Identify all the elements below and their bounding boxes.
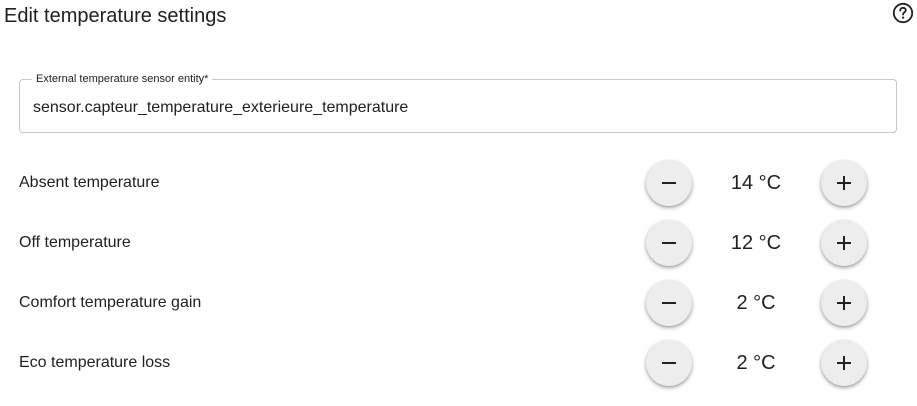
setting-label: Comfort temperature gain [19, 294, 202, 311]
increase-absent-temperature-button[interactable] [821, 160, 867, 206]
minus-icon [662, 362, 676, 364]
sensor-entity-label: External temperature sensor entity* [32, 72, 213, 86]
increase-comfort-temperature-gain-button[interactable] [821, 280, 867, 326]
setting-row-off-temperature: Off temperature 12 °C [0, 213, 917, 273]
minus-icon [662, 302, 676, 304]
setting-value: 2 °C [736, 292, 776, 314]
setting-label: Absent temperature [19, 174, 160, 191]
sensor-entity-field[interactable]: External temperature sensor entity* sens… [19, 72, 897, 133]
setting-value: 14 °C [730, 172, 782, 194]
minus-icon [662, 182, 676, 184]
setting-label: Off temperature [19, 234, 131, 251]
temperature-settings-dialog: Edit temperature settings External tempe… [0, 0, 917, 406]
increase-off-temperature-button[interactable] [821, 220, 867, 266]
decrease-off-temperature-button[interactable] [646, 220, 692, 266]
decrease-eco-temperature-loss-button[interactable] [646, 340, 692, 386]
increase-eco-temperature-loss-button[interactable] [821, 340, 867, 386]
sensor-entity-value[interactable]: sensor.capteur_temperature_exterieure_te… [33, 98, 408, 118]
plus-icon [837, 356, 851, 370]
plus-icon [837, 236, 851, 250]
setting-row-absent-temperature: Absent temperature 14 °C [0, 153, 917, 213]
dialog-title: Edit temperature settings [4, 5, 227, 27]
decrease-absent-temperature-button[interactable] [646, 160, 692, 206]
help-icon[interactable] [892, 2, 914, 24]
setting-label: Eco temperature loss [19, 354, 171, 371]
decrease-comfort-temperature-gain-button[interactable] [646, 280, 692, 326]
setting-value: 2 °C [736, 352, 776, 374]
plus-icon [837, 176, 851, 190]
plus-icon [837, 296, 851, 310]
setting-value: 12 °C [730, 232, 782, 254]
setting-row-eco-temperature-loss: Eco temperature loss 2 °C [0, 333, 917, 393]
setting-row-comfort-temperature-gain: Comfort temperature gain 2 °C [0, 273, 917, 333]
minus-icon [662, 242, 676, 244]
